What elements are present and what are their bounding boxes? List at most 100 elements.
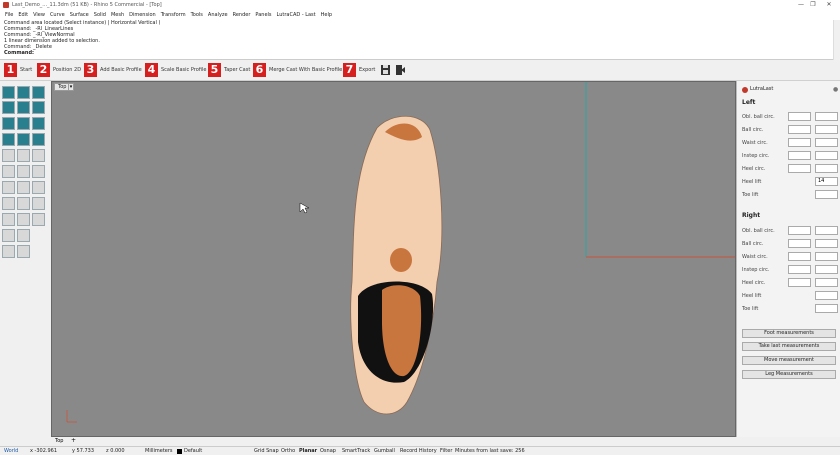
tool-icon[interactable] [17, 86, 30, 99]
tool-icon[interactable] [2, 229, 15, 242]
tool-icon[interactable] [32, 213, 45, 226]
select-point-icon[interactable] [2, 86, 15, 99]
foot-measurements-button[interactable]: Foot measurements [742, 329, 836, 338]
menu-render[interactable]: Render [233, 12, 251, 18]
tool-icon[interactable] [17, 181, 30, 194]
right-waist-input-a[interactable] [788, 252, 811, 261]
tool-icon[interactable] [2, 117, 15, 130]
step-position-2d-button[interactable]: 2 Position 2D [37, 63, 81, 77]
tool-icon[interactable] [2, 245, 15, 258]
menu-help[interactable]: Help [321, 12, 332, 18]
step-scale-basic-profile-button[interactable]: 4 Scale Basic Profile [145, 63, 206, 77]
tool-icon[interactable] [32, 181, 45, 194]
minimize-button[interactable]: — [796, 1, 806, 8]
ortho-toggle[interactable]: Ortho [281, 448, 295, 454]
tool-icon[interactable] [2, 165, 15, 178]
gumball-toggle[interactable]: Gumball [374, 448, 395, 454]
tool-icon[interactable] [2, 149, 15, 162]
right-toe-lift-input[interactable] [815, 304, 838, 313]
right-instep-input-b[interactable] [815, 265, 838, 274]
tool-icon[interactable] [2, 181, 15, 194]
command-prompt[interactable]: Command: [4, 50, 34, 56]
shoe-last-model[interactable] [350, 115, 443, 415]
tool-icon[interactable] [32, 165, 45, 178]
tool-icon[interactable] [2, 197, 15, 210]
layer-selector[interactable]: Default [184, 448, 202, 454]
right-heel-input-b[interactable] [815, 278, 838, 287]
panel-close-icon[interactable]: ● [833, 86, 838, 93]
step-add-basic-profile-button[interactable]: 3 Add Basic Profile [84, 63, 142, 77]
menu-solid[interactable]: Solid [94, 12, 106, 18]
tool-icon[interactable] [32, 101, 45, 114]
grid-snap-toggle[interactable]: Grid Snap [254, 448, 279, 454]
save-icon[interactable] [380, 64, 391, 76]
tool-icon[interactable] [32, 197, 45, 210]
maximize-button[interactable]: ❐ [808, 1, 818, 8]
left-waist-input-b[interactable] [815, 138, 838, 147]
osnap-toggle[interactable]: Osnap [320, 448, 336, 454]
left-obl-ball-input-a[interactable] [788, 112, 811, 121]
add-viewport-icon[interactable]: + [71, 437, 76, 444]
right-obl-ball-input-a[interactable] [788, 226, 811, 235]
menu-transform[interactable]: Transform [161, 12, 186, 18]
tool-icon[interactable] [17, 229, 30, 242]
smarttrack-toggle[interactable]: SmartTrack [342, 448, 370, 454]
viewport-tab-top[interactable]: Top [55, 438, 63, 444]
tool-icon[interactable] [17, 149, 30, 162]
tool-icon[interactable] [32, 149, 45, 162]
filter-toggle[interactable]: Filter [440, 448, 452, 454]
left-ball-input-b[interactable] [815, 125, 838, 134]
move-measurement-button[interactable]: Move measurement [742, 356, 836, 365]
tool-icon[interactable] [32, 86, 45, 99]
step-start-button[interactable]: 1 Start [4, 63, 32, 77]
right-heel-input-a[interactable] [788, 278, 811, 287]
record-history-toggle[interactable]: Record History [400, 448, 437, 454]
tool-icon[interactable] [17, 101, 30, 114]
right-instep-input-a[interactable] [788, 265, 811, 274]
tool-icon[interactable] [32, 133, 45, 146]
tool-icon[interactable] [17, 165, 30, 178]
left-heel-lift-input[interactable]: 14 [815, 177, 838, 186]
step-export-button[interactable]: 7 Export [343, 63, 375, 77]
step-taper-cast-button[interactable]: 5 Taper Cast [208, 63, 250, 77]
tool-icon[interactable] [17, 213, 30, 226]
left-instep-input-a[interactable] [788, 151, 811, 160]
right-ball-input-b[interactable] [815, 239, 838, 248]
left-heel-input-b[interactable] [815, 164, 838, 173]
tool-icon[interactable] [17, 245, 30, 258]
planar-toggle[interactable]: Planar [299, 448, 317, 454]
menu-analyze[interactable]: Analyze [208, 12, 228, 18]
menu-mesh[interactable]: Mesh [111, 12, 124, 18]
top-viewport[interactable]: Top ▾ [51, 81, 736, 437]
tool-icon[interactable] [32, 117, 45, 130]
exit-icon[interactable] [395, 64, 406, 76]
command-scrollbar[interactable] [833, 20, 840, 60]
left-instep-input-b[interactable] [815, 151, 838, 160]
right-ball-input-a[interactable] [788, 239, 811, 248]
left-waist-input-a[interactable] [788, 138, 811, 147]
leg-measurements-button[interactable]: Leg Measurements [742, 370, 836, 379]
menu-view[interactable]: View [33, 12, 45, 18]
tool-icon[interactable] [2, 133, 15, 146]
menu-panels[interactable]: Panels [255, 12, 271, 18]
tool-icon[interactable] [17, 197, 30, 210]
menu-dimension[interactable]: Dimension [129, 12, 156, 18]
right-waist-input-b[interactable] [815, 252, 838, 261]
tool-icon[interactable] [17, 117, 30, 130]
right-heel-lift-input[interactable] [815, 291, 838, 300]
cplane-selector[interactable]: World [4, 448, 18, 454]
left-heel-input-a[interactable] [788, 164, 811, 173]
tool-icon[interactable] [2, 213, 15, 226]
tool-icon[interactable] [2, 101, 15, 114]
menu-curve[interactable]: Curve [50, 12, 65, 18]
menu-lutracad-last[interactable]: LutraCAD - Last [277, 12, 316, 18]
menu-file[interactable]: File [5, 12, 13, 18]
menu-surface[interactable]: Surface [70, 12, 89, 18]
menu-tools[interactable]: Tools [191, 12, 203, 18]
right-obl-ball-input-b[interactable] [815, 226, 838, 235]
left-obl-ball-input-b[interactable] [815, 112, 838, 121]
left-ball-input-a[interactable] [788, 125, 811, 134]
take-last-measurements-button[interactable]: Take last measurements [742, 342, 836, 351]
step-merge-cast-button[interactable]: 6 Merge Cast With Basic Profile [253, 63, 342, 77]
tool-icon[interactable] [17, 133, 30, 146]
